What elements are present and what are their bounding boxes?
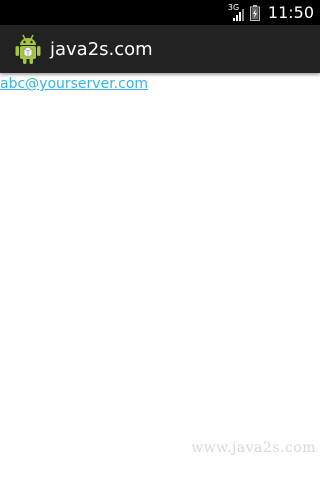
- action-bar: java2s.com: [0, 25, 320, 73]
- watermark: www.java2s.com: [191, 440, 316, 456]
- android-icon[interactable]: [14, 33, 42, 65]
- main-content: abc@yourserver.com www.java2s.com: [0, 73, 320, 480]
- app-title: java2s.com: [50, 38, 153, 60]
- email-link[interactable]: abc@yourserver.com: [0, 76, 148, 92]
- status-clock: 11:50: [267, 3, 314, 22]
- status-bar: 3G 11:50: [0, 0, 320, 25]
- battery-icon: [249, 4, 260, 21]
- signal-icon: 3G: [228, 3, 246, 22]
- status-icons: 3G 11:50: [228, 0, 314, 25]
